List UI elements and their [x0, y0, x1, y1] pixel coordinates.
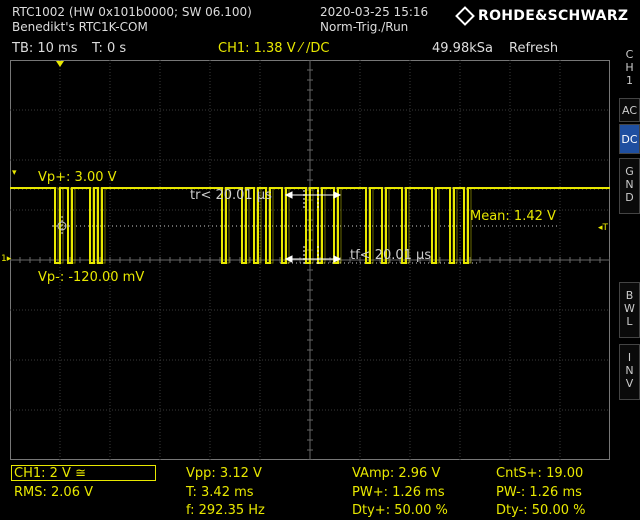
sample-rate-readout: 49.98kSa [432, 41, 493, 56]
trigger-time-readout[interactable]: T: 0 s [92, 41, 126, 57]
inv-letter: N [625, 364, 634, 377]
invert-button[interactable]: I N V [619, 344, 640, 400]
bandwidth-limit-button[interactable]: B W L [619, 282, 640, 338]
duty-plus-readout: Dty+: 50.00 % [352, 503, 448, 518]
channel-trigger-readout[interactable]: CH1: 1.38 V ⁄ /DC [218, 41, 330, 57]
bwl-letter: W [624, 302, 635, 315]
channel-letter: C [625, 48, 634, 61]
channel-indicator: C H 1 [619, 48, 640, 87]
user-label: Benedikt's RTC1K-COM [12, 20, 148, 34]
trigger-level-label: T [602, 223, 609, 233]
channel-letter: 1 [626, 74, 633, 87]
brand-logo: ROHDE&SCHWARZ [455, 6, 629, 26]
duty-minus-readout: Dty-: 50.00 % [496, 503, 586, 518]
device-info: RTC1002 (HW 0x101b0000; SW 06.100) [12, 5, 252, 19]
inv-letter: V [625, 377, 634, 390]
frequency-readout: f: 292.35 Hz [186, 503, 265, 518]
vp-minus-label: Vp-: -120.00 mV [38, 270, 144, 285]
coupling-ac-button[interactable]: AC [619, 98, 640, 122]
coupling-gnd-button[interactable]: G N D [619, 158, 640, 214]
period-readout: T: 3.42 ms [186, 485, 254, 500]
inv-letter: I [627, 351, 632, 364]
pw-plus-readout: PW+: 1.26 ms [352, 485, 445, 500]
gnd-letter: N [625, 178, 634, 191]
gnd-letter: D [625, 191, 634, 204]
bwl-letter: B [625, 289, 634, 302]
vpp-readout: Vpp: 3.12 V [186, 466, 262, 481]
brand-name: ROHDE&SCHWARZ [478, 8, 629, 24]
timebase-readout[interactable]: TB: 10 ms [12, 41, 77, 57]
channel-scale-readout[interactable]: CH1: 2 V ≅ [14, 466, 86, 481]
rise-time-label: tr< 20.01 µs [190, 188, 272, 203]
cnts-plus-readout: CntS+: 19.00 [496, 466, 584, 481]
trigger-mode: Norm-Trig./Run [320, 20, 409, 34]
fall-time-label: tf< 20.01 µs [350, 248, 431, 263]
datetime: 2020-03-25 15:16 [320, 5, 429, 19]
trigger-level-marker-icon[interactable]: ▾ [12, 168, 17, 178]
coupling-dc-button[interactable]: DC [619, 124, 640, 154]
coupling-dc-label: DC [621, 133, 638, 146]
mean-label: Mean: 1.42 V [470, 209, 556, 224]
bwl-letter: L [626, 315, 633, 328]
waveform-display[interactable]: Vp+: 3.00 V Vp-: -120.00 mV tr< 20.01 µs… [10, 60, 610, 460]
trigger-level-right-marker[interactable]: ◂T [598, 223, 608, 233]
channel-letter: H [625, 61, 634, 74]
pw-minus-readout: PW-: 1.26 ms [496, 485, 582, 500]
rs-diamond-icon [455, 6, 475, 26]
vamp-readout: VAmp: 2.96 V [352, 466, 441, 481]
coupling-ac-label: AC [621, 104, 637, 117]
ground-arrow-icon: ▸ [6, 254, 12, 264]
rms-readout: RMS: 2.06 V [14, 485, 93, 500]
ground-marker[interactable]: 1▸ [1, 254, 11, 264]
acquisition-mode-readout[interactable]: Refresh [509, 41, 558, 57]
vp-plus-label: Vp+: 3.00 V [38, 170, 117, 185]
gnd-letter: G [625, 165, 634, 178]
